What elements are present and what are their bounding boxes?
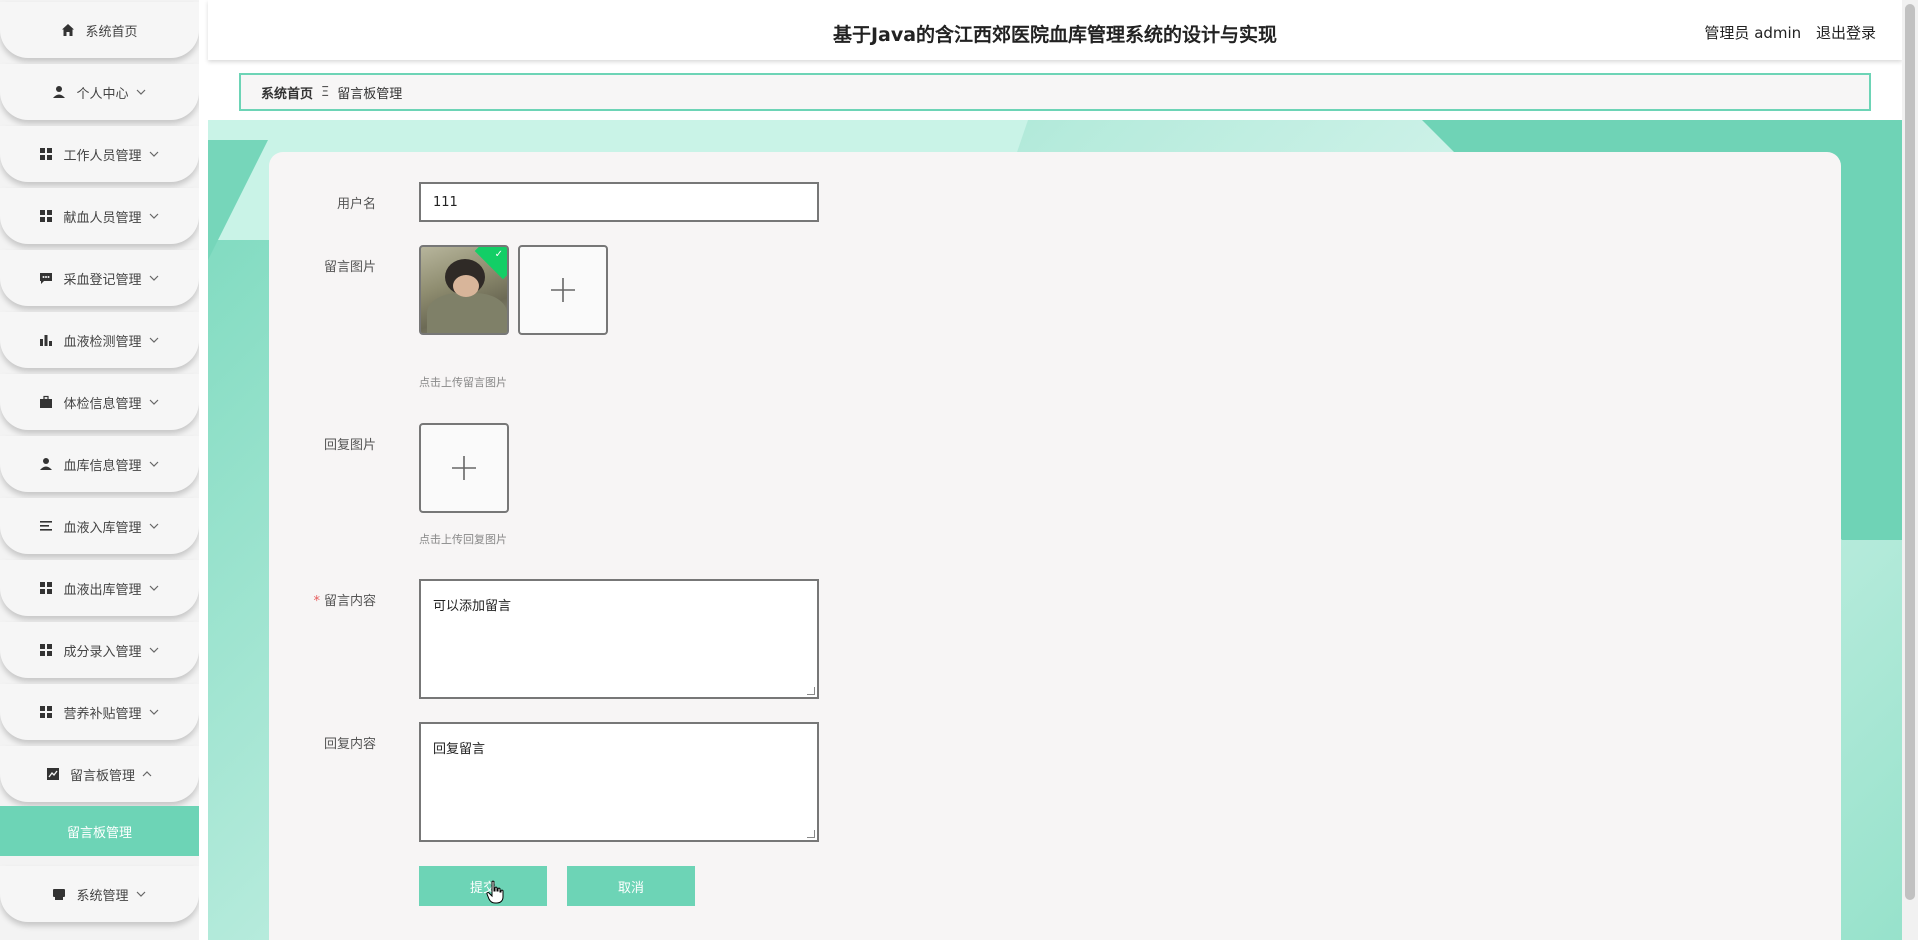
sidebar-item-outbound[interactable]: 血液出库管理 — [0, 560, 199, 616]
sidebar-item-donors[interactable]: 献血人员管理 — [0, 188, 199, 244]
uploaded-image-thumbnail[interactable]: ✓ — [419, 245, 509, 335]
reply-label: 回复内容 — [323, 737, 376, 752]
page-title: 基于Java的含江西郊医院血库管理系统的设计与实现 — [832, 24, 1278, 46]
sidebar-item-label: 营养补贴管理 — [63, 706, 142, 722]
content-textarea[interactable]: 可以添加留言 — [419, 579, 819, 699]
plus-icon — [452, 456, 476, 480]
grid-icon — [39, 581, 53, 595]
chevron-down-icon — [149, 523, 158, 529]
grid-icon — [39, 209, 53, 223]
sidebar-item-subsidy[interactable]: 营养补贴管理 — [0, 684, 199, 740]
sidebar-item-label: 献血人员管理 — [63, 210, 142, 226]
chevron-down-icon — [136, 89, 145, 95]
page-scrollbar[interactable] — [1902, 0, 1918, 940]
user-area: 管理员 admin 退出登录 — [1704, 22, 1876, 43]
cancel-button[interactable]: 取消 — [567, 866, 695, 906]
sidebar-item-label: 系统管理 — [76, 888, 129, 904]
briefcase-icon — [39, 395, 53, 409]
sidebar-item-label: 工作人员管理 — [63, 148, 142, 164]
sidebar-item-label: 血库信息管理 — [63, 458, 142, 474]
list-icon — [39, 519, 53, 533]
plus-icon — [551, 278, 575, 302]
content-label: * 留言内容 — [313, 594, 376, 609]
sidebar-item-home[interactable]: 系统首页 — [0, 2, 199, 58]
top-header: 基于Java的含江西郊医院血库管理系统的设计与实现 管理员 admin 退出登录 — [208, 0, 1902, 60]
user-label: 管理员 admin — [1704, 24, 1802, 42]
submit-button[interactable]: 提交 — [419, 866, 547, 906]
breadcrumb-separator: Ξ — [321, 84, 330, 100]
home-icon — [61, 23, 75, 37]
chevron-down-icon — [149, 647, 158, 653]
sidebar-item-label: 采血登记管理 — [63, 272, 142, 288]
scrollbar-thumb[interactable] — [1905, 4, 1915, 900]
line-chart-icon — [46, 767, 60, 781]
message-image-label: 留言图片 — [323, 260, 376, 275]
sidebar-item-label: 个人中心 — [76, 86, 129, 102]
grid-icon — [39, 147, 53, 161]
sidebar-item-label: 留言板管理 — [69, 768, 135, 784]
sidebar-item-collection[interactable]: 采血登记管理 — [0, 250, 199, 306]
chevron-down-icon — [136, 891, 145, 897]
sidebar-item-staff[interactable]: 工作人员管理 — [0, 126, 199, 182]
chat-icon — [39, 271, 53, 285]
sidebar: 系统首页 个人中心 工作人员管理 献血人员管理 采血登记管理 血液检测管理 体检… — [0, 0, 199, 940]
chevron-down-icon — [149, 709, 158, 715]
sidebar-item-label: 血液出库管理 — [63, 582, 142, 598]
sidebar-item-testing[interactable]: 血液检测管理 — [0, 312, 199, 368]
chevron-down-icon — [149, 213, 158, 219]
chevron-down-icon — [149, 275, 158, 281]
chevron-down-icon — [149, 151, 158, 157]
hand-cursor-icon — [486, 880, 504, 904]
breadcrumb-current: 留言板管理 — [337, 86, 403, 102]
chevron-down-icon — [149, 585, 158, 591]
breadcrumb: 系统首页 Ξ 留言板管理 — [239, 73, 1871, 111]
reply-image-label: 回复图片 — [323, 438, 376, 453]
message-image-hint: 点击上传留言图片 — [419, 376, 507, 389]
logout-button[interactable]: 退出登录 — [1816, 24, 1876, 42]
reply-image-upload[interactable] — [419, 423, 509, 513]
message-image-upload[interactable] — [518, 245, 608, 335]
breadcrumb-home[interactable]: 系统首页 — [261, 83, 313, 102]
sidebar-item-inbound[interactable]: 血液入库管理 — [0, 498, 199, 554]
printer-icon — [52, 887, 66, 901]
chevron-down-icon — [149, 461, 158, 467]
chevron-down-icon — [149, 399, 158, 405]
sidebar-item-label: 体检信息管理 — [63, 396, 142, 412]
chevron-up-icon — [142, 771, 152, 777]
sidebar-item-label: 成分录入管理 — [63, 644, 142, 660]
reply-image-hint: 点击上传回复图片 — [419, 533, 507, 546]
user-icon — [39, 457, 53, 471]
check-icon: ✓ — [494, 249, 503, 260]
sidebar-item-profile[interactable]: 个人中心 — [0, 64, 199, 120]
sidebar-item-system[interactable]: 系统管理 — [0, 866, 199, 922]
bar-chart-icon — [39, 333, 53, 347]
username-input[interactable]: 111 — [419, 182, 819, 222]
sidebar-item-label: 系统首页 — [85, 24, 138, 40]
sidebar-item-components[interactable]: 成分录入管理 — [0, 622, 199, 678]
sidebar-item-bloodbank[interactable]: 血库信息管理 — [0, 436, 199, 492]
required-mark: * — [313, 594, 320, 609]
sidebar-item-checkup[interactable]: 体检信息管理 — [0, 374, 199, 430]
sidebar-item-label: 血液检测管理 — [63, 334, 142, 350]
sidebar-subitem-messageboard[interactable]: 留言板管理 — [0, 806, 199, 856]
grid-icon — [39, 643, 53, 657]
grid-icon — [39, 705, 53, 719]
reply-textarea[interactable]: 回复留言 — [419, 722, 819, 842]
user-icon — [52, 85, 66, 99]
resize-handle[interactable] — [807, 687, 815, 695]
username-label: 用户名 — [336, 197, 376, 212]
chevron-down-icon — [149, 337, 158, 343]
sidebar-item-messageboard[interactable]: 留言板管理 — [0, 746, 199, 802]
resize-handle[interactable] — [807, 830, 815, 838]
sidebar-item-label: 血液入库管理 — [63, 520, 142, 536]
